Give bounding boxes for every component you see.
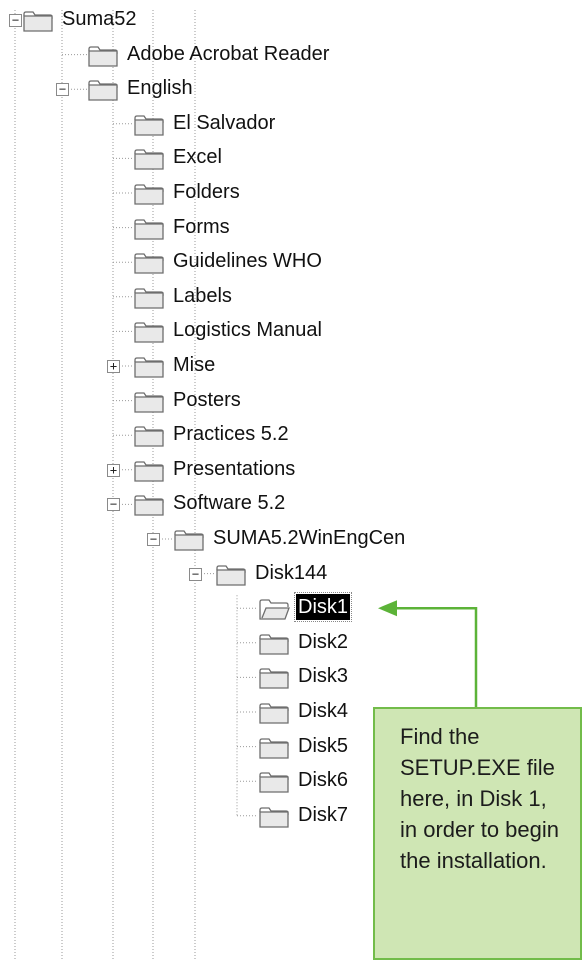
minus-box-icon[interactable]: − bbox=[56, 83, 69, 97]
tree-node-label: Software 5.2 bbox=[173, 492, 286, 515]
folder-icon bbox=[258, 772, 290, 794]
tree-node-logistics-manual[interactable]: Logistics Manual bbox=[0, 314, 370, 348]
tree-node-label: Disk2 bbox=[298, 630, 349, 653]
tree-node-disk3[interactable]: Disk3 bbox=[0, 660, 370, 694]
folder-icon bbox=[133, 461, 165, 483]
tree-node-el-salvador[interactable]: El Salvador bbox=[0, 107, 370, 141]
folder-icon bbox=[133, 357, 165, 379]
tree-node-software-5-2[interactable]: Software 5.2 − bbox=[0, 487, 370, 521]
folder-icon bbox=[87, 45, 119, 68]
tree-node-label: Disk4 bbox=[298, 700, 349, 722]
minus-box-icon[interactable]: − bbox=[147, 533, 160, 546]
tree-node-presentations[interactable]: Presentations + bbox=[0, 453, 370, 487]
folder-icon bbox=[258, 634, 290, 656]
plus-box-icon[interactable]: + bbox=[107, 463, 120, 477]
folder-icon bbox=[258, 807, 290, 829]
minus-box-icon[interactable]: − bbox=[189, 567, 202, 581]
tree-node-adobe-acrobat-reader[interactable]: Adobe Acrobat Reader bbox=[0, 38, 370, 72]
tree-node-guidelines-who[interactable]: Guidelines WHO bbox=[0, 245, 370, 279]
folder-icon bbox=[133, 495, 165, 517]
tree-node-disk6[interactable]: Disk6 bbox=[0, 764, 370, 798]
tree-node-label: Forms bbox=[173, 215, 230, 238]
tree-node-disk1[interactable]: Disk1 bbox=[0, 591, 370, 625]
tree-node-label: Disk144 bbox=[255, 561, 328, 584]
tree-node-label: Excel bbox=[173, 146, 222, 169]
tree-node-label: English bbox=[127, 77, 193, 100]
tree-node-label: Disk5 bbox=[298, 734, 349, 757]
open-folder-icon bbox=[258, 599, 290, 621]
folder-icon bbox=[87, 80, 119, 102]
folder-icon bbox=[133, 184, 165, 206]
tree-node-disk2[interactable]: Disk2 bbox=[0, 626, 370, 660]
minus-box-icon[interactable]: − bbox=[107, 498, 120, 512]
folder-icon bbox=[133, 322, 165, 344]
folder-icon bbox=[133, 288, 165, 310]
minus-box-icon[interactable]: − bbox=[9, 14, 22, 27]
tree-node-label: Disk6 bbox=[298, 769, 349, 792]
tree-node-label: Guidelines WHO bbox=[173, 250, 322, 273]
folder-icon bbox=[258, 703, 290, 725]
tree-node-label: Disk1 bbox=[293, 592, 353, 623]
folder-icon bbox=[133, 115, 165, 137]
tree-node-label: Mise bbox=[173, 354, 216, 376]
folder-icon bbox=[133, 253, 165, 275]
tree-node-label: Posters bbox=[173, 388, 241, 411]
tree-node-label: SUMA5.2WinEngCen bbox=[213, 527, 406, 549]
tree-node-disk144[interactable]: Disk144 − bbox=[0, 557, 370, 591]
folder-icon bbox=[133, 391, 165, 414]
folder-icon bbox=[215, 564, 247, 587]
folder-icon bbox=[133, 218, 165, 241]
tree-node-practices-5-2[interactable]: Practices 5.2 bbox=[0, 418, 370, 452]
tree-node-disk7[interactable]: Disk7 bbox=[0, 799, 370, 833]
plus-box-icon[interactable]: + bbox=[107, 360, 120, 373]
instruction-callout: Find the SETUP.EXE file here, in Disk 1,… bbox=[373, 707, 582, 960]
tree-node-label: Adobe Acrobat Reader bbox=[127, 42, 330, 65]
folder-icon bbox=[133, 149, 165, 171]
folder-icon bbox=[22, 11, 54, 33]
folder-icon bbox=[258, 737, 290, 760]
tree-node-label: Labels bbox=[173, 284, 232, 307]
tree-node-label: El Salvador bbox=[173, 111, 276, 134]
tree-node-folders[interactable]: Folders bbox=[0, 176, 370, 210]
tree-node-forms[interactable]: Forms bbox=[0, 211, 370, 245]
tree-node-excel[interactable]: Excel bbox=[0, 141, 370, 175]
tree-node-label: Disk3 bbox=[298, 665, 349, 688]
tree-node-english[interactable]: English − bbox=[0, 72, 370, 106]
tree-node-suma5-2winengcen[interactable]: SUMA5.2WinEngCen − bbox=[0, 522, 405, 556]
tree-node-label: Suma52 bbox=[62, 8, 137, 30]
tree-node-mise[interactable]: Mise + bbox=[0, 349, 370, 383]
tree-node-label: Logistics Manual bbox=[173, 319, 322, 342]
tree-node-label: Folders bbox=[173, 181, 240, 203]
tree-node-label: Disk7 bbox=[298, 803, 349, 826]
tree-node-label: Presentations bbox=[173, 457, 296, 480]
tree-node-posters[interactable]: Posters bbox=[0, 384, 370, 418]
tree-node-disk4[interactable]: Disk4 bbox=[0, 695, 370, 729]
folder-icon bbox=[133, 426, 165, 448]
tree-node-suma52[interactable]: Suma52 − bbox=[0, 3, 370, 37]
tree-node-labels[interactable]: Labels bbox=[0, 280, 370, 314]
folder-icon bbox=[258, 668, 290, 690]
callout-text: Find the SETUP.EXE file here, in Disk 1,… bbox=[400, 724, 559, 873]
tree-node-label: Practices 5.2 bbox=[173, 423, 289, 446]
folder-icon bbox=[173, 530, 205, 552]
tree-node-disk5[interactable]: Disk5 bbox=[0, 730, 370, 764]
